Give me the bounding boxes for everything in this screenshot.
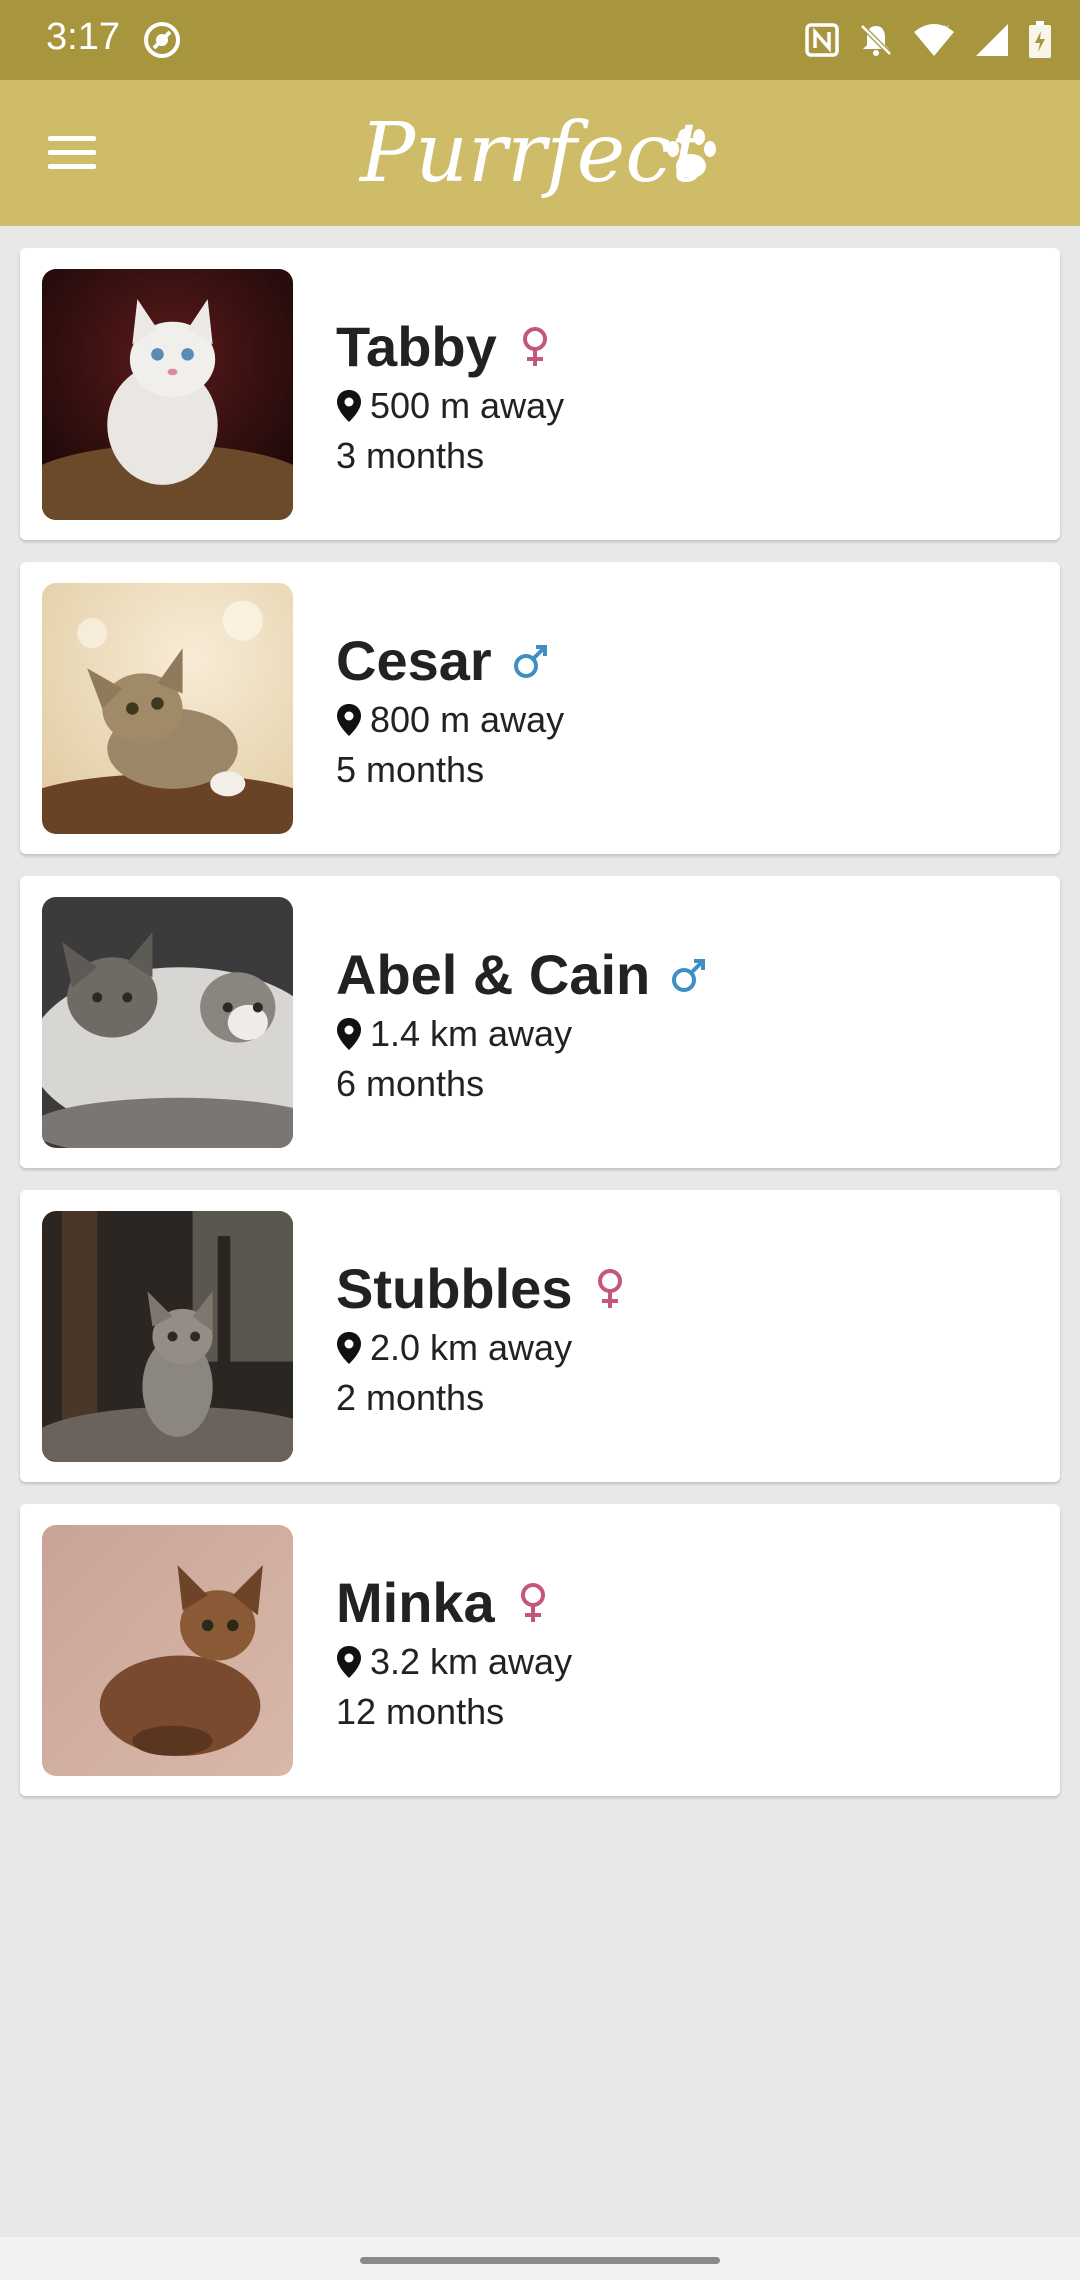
location-pin-icon	[337, 1646, 361, 1678]
cat-age: 2 months	[336, 1377, 485, 1418]
cat-photo	[42, 1525, 293, 1776]
app-logo: Purrfect	[360, 84, 740, 224]
cat-distance: 1.4 km away	[370, 1013, 573, 1054]
location-pin-icon	[337, 1018, 361, 1050]
cat-photo	[42, 269, 293, 520]
female-icon	[520, 1583, 545, 1622]
battery-icon	[1028, 21, 1052, 59]
cat-photo	[42, 1211, 293, 1462]
wifi-icon: x	[912, 22, 956, 58]
cat-name: Tabby	[336, 315, 497, 378]
logo-text: Purrfect	[360, 106, 705, 201]
paw-icon	[667, 129, 716, 178]
cat-distance: 800 m away	[370, 699, 565, 740]
app-bar: Purrfect	[0, 80, 1080, 226]
cat-list: Tabby 500 m away 3 months Cesar 800 m aw…	[20, 248, 1060, 1818]
mute-icon	[858, 22, 894, 58]
male-icon	[672, 959, 706, 992]
female-icon	[522, 327, 547, 366]
cat-card[interactable]: Abel & Cain 1.4 km away 6 months	[20, 876, 1060, 1168]
cat-age: 5 months	[336, 749, 485, 790]
status-bar: 3:17 x	[0, 0, 1080, 80]
svg-text:x: x	[944, 23, 949, 34]
home-gesture-pill[interactable]	[360, 2257, 720, 2264]
signal-icon	[974, 22, 1010, 58]
cat-name: Abel & Cain	[336, 943, 651, 1006]
cat-distance: 500 m away	[370, 385, 565, 426]
cat-photo	[42, 583, 293, 834]
female-icon	[598, 1269, 623, 1308]
cat-photo	[42, 897, 293, 1148]
cat-card[interactable]: Stubbles 2.0 km away 2 months	[20, 1190, 1060, 1482]
location-pin-icon	[337, 390, 361, 422]
cat-name: Stubbles	[336, 1257, 573, 1320]
hamburger-menu-icon[interactable]	[30, 120, 120, 190]
location-pin-icon	[337, 704, 361, 736]
cat-age: 12 months	[336, 1691, 505, 1732]
navigation-bar	[0, 2237, 1080, 2280]
cat-age: 3 months	[336, 435, 485, 476]
location-pin-icon	[337, 1332, 361, 1364]
dnd-icon	[142, 20, 182, 60]
cat-name: Cesar	[336, 629, 492, 692]
status-time: 3:17	[46, 16, 120, 58]
cat-card[interactable]: Cesar 800 m away 5 months	[20, 562, 1060, 854]
cat-distance: 2.0 km away	[370, 1327, 573, 1368]
cat-card[interactable]: Minka 3.2 km away 12 months	[20, 1504, 1060, 1796]
cat-name: Minka	[336, 1571, 495, 1634]
nfc-icon	[804, 22, 840, 58]
cat-distance: 3.2 km away	[370, 1641, 573, 1682]
cat-age: 6 months	[336, 1063, 485, 1104]
male-icon	[513, 645, 547, 678]
cat-card[interactable]: Tabby 500 m away 3 months	[20, 248, 1060, 540]
